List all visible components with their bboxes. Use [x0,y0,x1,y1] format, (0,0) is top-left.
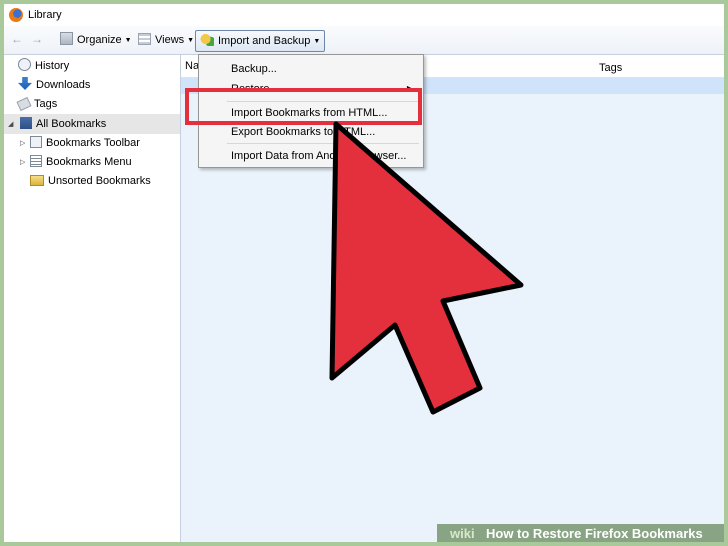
watermark-title: How to Restore Firefox Bookmarks [486,526,703,541]
watermark-brand: wiki [450,526,475,541]
annotation-pointer-arrow-icon [329,121,524,415]
